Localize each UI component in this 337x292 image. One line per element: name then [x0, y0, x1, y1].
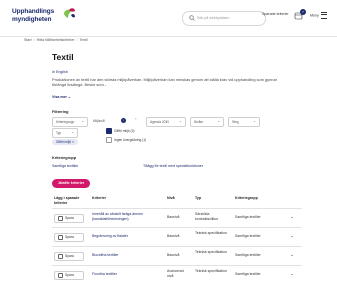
expand-chevron-icon[interactable]: ⌄: [290, 233, 294, 239]
criterion-level: Basnivå: [167, 215, 180, 219]
criterion-type: Teknisk specifikation: [195, 269, 227, 273]
table-row[interactable]: Spara Begränsning av ftalater Basnivå Te…: [52, 227, 302, 246]
menu-button[interactable]: Meny: [310, 12, 327, 19]
menu-label: Meny: [310, 13, 319, 18]
criterion-name[interactable]: Begränsning av ftalater: [92, 234, 162, 239]
criterion-name[interactable]: Biocidfria textilier: [92, 253, 162, 258]
chevron-up-icon: ⌃: [134, 118, 137, 122]
logo[interactable]: Upphandlings myndigheten: [12, 7, 75, 29]
save-button[interactable]: Spara: [54, 233, 84, 242]
group-link-all-textiles[interactable]: Samtliga textilier: [52, 164, 78, 168]
criteria-group-heading: Kriteriegrupp: [52, 156, 77, 160]
col-header-level: Nivå: [167, 196, 175, 200]
checkbox-non-toxic[interactable]: Giftfri miljö (3): [106, 128, 135, 134]
criterion-group: Samtliga textilier: [235, 215, 261, 219]
saved-count-badge: 7: [300, 9, 306, 15]
dropdown-criteria-group[interactable]: Kriteriegrupp ⌄: [52, 117, 88, 127]
logo-text-line1: Upphandlings: [12, 8, 55, 15]
dropdown-environmental-goal[interactable]: Miljömål i ⌃: [90, 117, 140, 125]
table-row[interactable]: Spara Fluorfria textilier Avancerad nivå…: [52, 265, 302, 284]
hamburger-icon: [320, 12, 327, 19]
col-header-criteria: Kriterier: [92, 196, 106, 200]
save-button[interactable]: Spara: [54, 214, 84, 223]
breadcrumb-current: Textil: [79, 38, 88, 42]
view-more-link[interactable]: Visa mer ⌄: [52, 95, 71, 99]
expand-chevron-icon[interactable]: ⌄: [290, 271, 294, 277]
group-link-special-functions[interactable]: Tillägg för textil med specialfunktioner: [143, 164, 203, 168]
intro-text: Produktionen av textil har den största m…: [52, 77, 277, 88]
selected-filter-chip[interactable]: Giftfri miljö ×: [52, 139, 78, 145]
search-input[interactable]: Sök på webbplatsen: [182, 11, 266, 26]
chevron-down-icon: ⌄: [253, 119, 256, 123]
breadcrumb-criteria[interactable]: Hitta hållbarhetskriterier: [37, 38, 75, 42]
dropdown-step[interactable]: Steg ⌄: [228, 117, 260, 127]
english-link[interactable]: In English: [52, 70, 68, 74]
chevron-down-icon: ⌄: [71, 130, 74, 134]
filter-heading: Filtrering: [52, 110, 69, 114]
criterion-name[interactable]: Innehåll av särskilt farliga ämnen (kand…: [92, 212, 162, 221]
checkbox-no-eutrophication[interactable]: Ingen övergödning (1): [106, 137, 146, 143]
page: { "header": { "logo_line1": "Upphandling…: [0, 0, 337, 292]
breadcrumb: Start / Hitta hållbarhetskriterier / Textil: [24, 38, 88, 42]
chevron-down-icon: ⌄: [217, 119, 220, 123]
col-header-type: Typ: [195, 196, 202, 200]
criterion-group: Samtliga textilier: [235, 272, 261, 276]
criterion-group: Samtliga textilier: [235, 234, 261, 238]
criterion-level: Avancerad nivå: [167, 269, 184, 278]
criterion-name[interactable]: Fluorfria textilier: [92, 272, 162, 277]
col-header-group: Kriteriegrupp: [235, 196, 258, 200]
page-title: Textil: [52, 52, 74, 62]
chevron-down-icon: ⌄: [81, 119, 84, 123]
dropdown-type[interactable]: Typ ⌄: [52, 128, 78, 138]
search-icon: [189, 15, 195, 21]
table-row[interactable]: Spara Biocidfria textilier Basnivå Tekni…: [52, 246, 302, 265]
saved-criteria-link[interactable]: Sparade kriterier: [262, 12, 289, 16]
criterion-group: Samtliga textilier: [235, 253, 261, 257]
col-header-save: Lägg i sparade kriterier: [54, 196, 80, 205]
dropdown-agenda-2030[interactable]: Agenda 2030 ⌄: [146, 117, 186, 127]
criterion-level: Basnivå: [167, 234, 180, 238]
save-button[interactable]: Spara: [54, 271, 84, 280]
table-row[interactable]: Spara Innehåll av särskilt farliga ämnen…: [52, 208, 302, 227]
compare-criteria-button[interactable]: Jämför kriterier: [52, 179, 90, 188]
logo-mark-icon: [64, 8, 75, 18]
criterion-type: Teknisk specifikation: [195, 231, 227, 235]
criterion-type: Teknisk specifikation: [195, 250, 227, 254]
criterion-type: Särskilda kontraktsvillkor: [195, 212, 219, 221]
criterion-level: Basnivå: [167, 253, 180, 257]
site-header: Upphandlings myndigheten Sök på webbplat…: [0, 0, 337, 37]
save-button[interactable]: Spara: [54, 252, 84, 261]
breadcrumb-start[interactable]: Start: [24, 38, 32, 42]
search-placeholder: Sök på webbplatsen: [197, 16, 230, 20]
chevron-down-icon: ⌄: [179, 119, 182, 123]
logo-text-line2: myndigheten: [12, 16, 52, 23]
dropdown-levels[interactable]: Nivåer ⌄: [190, 117, 224, 127]
expand-chevron-icon[interactable]: ⌄: [290, 214, 294, 220]
info-icon: i: [121, 118, 126, 123]
expand-chevron-icon[interactable]: ⌄: [290, 252, 294, 258]
